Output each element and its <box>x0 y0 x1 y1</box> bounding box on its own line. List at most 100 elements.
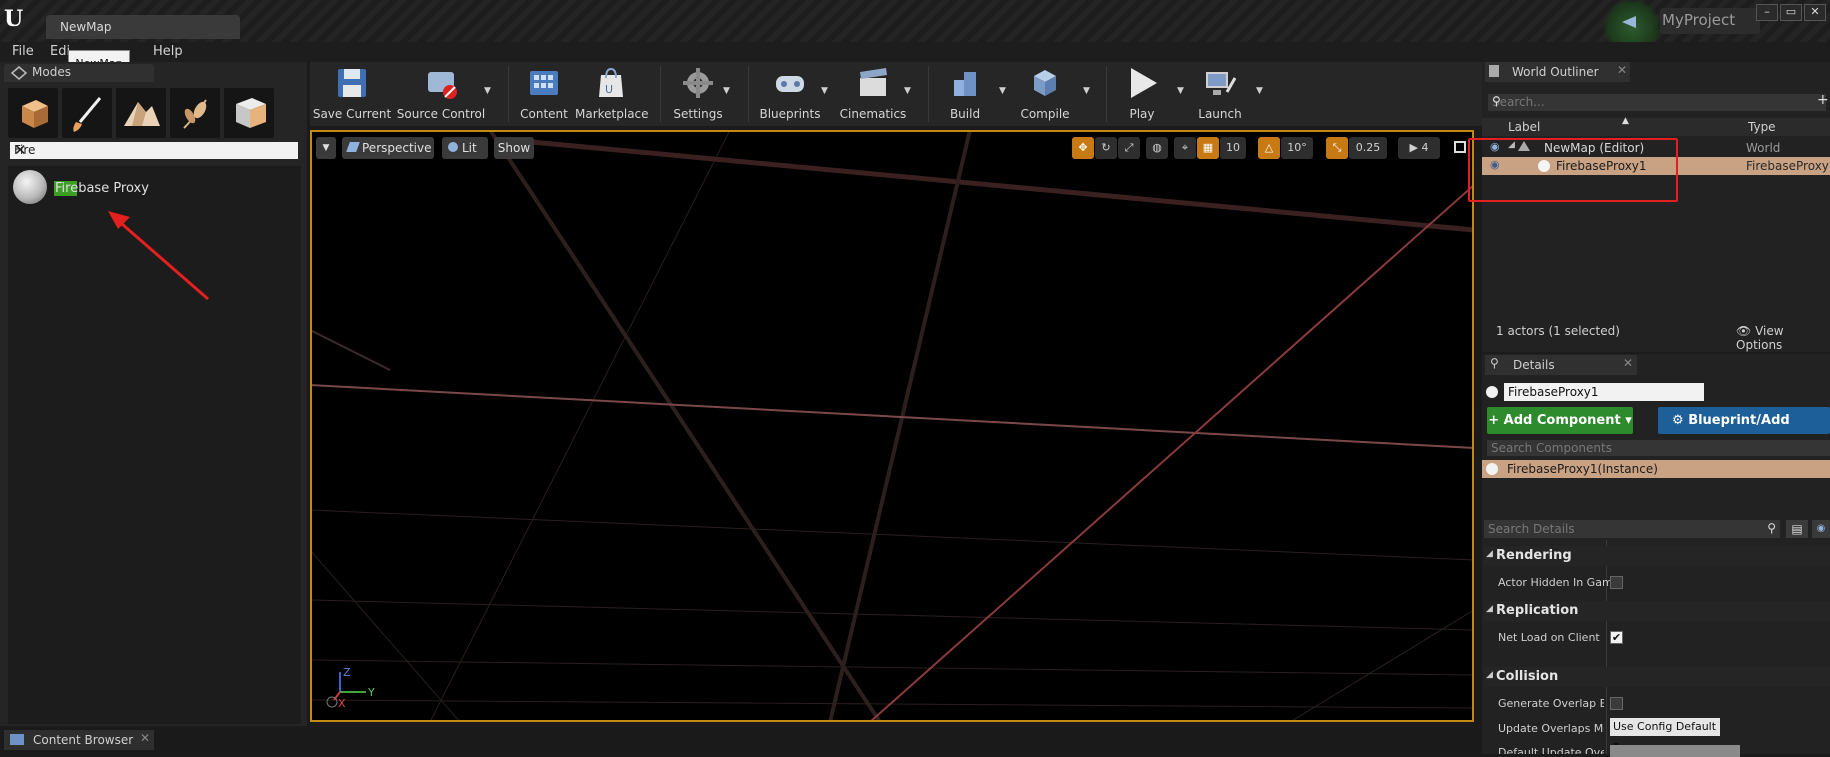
firebase-proxy-thumbnail-icon[interactable] <box>13 170 47 204</box>
modes-icon <box>10 66 28 80</box>
blueprint-add-script-button[interactable]: ⚙ Blueprint/Add Script <box>1658 407 1830 455</box>
perspective-button[interactable]: Perspective <box>342 137 434 159</box>
marketplace-button[interactable]: U Marketplace <box>575 64 649 124</box>
scale-snap-value[interactable]: 0.25 <box>1349 137 1387 159</box>
foliage-mode-button[interactable] <box>170 88 220 138</box>
firebase-proxy-list-item[interactable]: Firebase Proxy <box>55 181 149 196</box>
blueprint-icon: ⚙ <box>1672 413 1684 428</box>
category-replication[interactable]: ◢ Replication <box>1484 601 1830 621</box>
surface-snap-icon[interactable]: ⌖ <box>1174 137 1196 159</box>
net-load-checkbox[interactable]: ✔ <box>1610 631 1623 644</box>
save-current-label: Save Current <box>312 107 392 121</box>
prop-default-update-label: Default Update Overl <box>1498 746 1604 754</box>
play-dropdown-icon[interactable]: ▼ <box>1177 86 1184 96</box>
blueprints-dropdown-icon[interactable]: ▼ <box>821 86 828 96</box>
property-divider <box>1606 540 1607 754</box>
lit-button[interactable]: Lit <box>442 137 488 159</box>
save-current-button[interactable]: Save Current <box>312 64 392 124</box>
foliage-leaf-icon <box>183 99 207 129</box>
outliner-add-icon[interactable]: + <box>1817 92 1829 108</box>
blueprints-icon <box>776 76 804 92</box>
build-dropdown-icon[interactable]: ▼ <box>999 86 1006 96</box>
source-control-dropdown-icon[interactable]: ▼ <box>484 86 491 96</box>
grid-snap-value[interactable]: 10 <box>1220 137 1246 159</box>
camera-speed-button[interactable]: ▶ 4 <box>1398 137 1440 159</box>
compile-label: Compile <box>1020 107 1070 121</box>
content-button[interactable]: Content <box>515 64 573 124</box>
rotation-snap-icon[interactable]: △ <box>1258 137 1280 159</box>
annotation-arrow-icon <box>108 211 209 301</box>
content-browser-icon <box>10 734 24 745</box>
compile-dropdown-icon[interactable]: ▼ <box>1083 86 1090 96</box>
content-browser-tab[interactable]: Content Browser ✕ <box>4 730 154 750</box>
blueprints-button[interactable]: Blueprints <box>755 64 825 124</box>
column-type[interactable]: Type <box>1748 120 1776 134</box>
modes-tab[interactable]: Modes <box>4 64 154 82</box>
launch-dropdown-icon[interactable]: ▼ <box>1256 86 1263 96</box>
property-matrix-icon[interactable]: ▤ <box>1786 520 1808 538</box>
grid-snap-icon[interactable]: ▦ <box>1197 137 1219 159</box>
outliner-search-input[interactable]: Search... ⚲ <box>1488 94 1826 111</box>
category-collision[interactable]: ◢ Collision <box>1484 667 1830 687</box>
actor-name-field[interactable]: FirebaseProxy1 <box>1504 383 1704 401</box>
close-button[interactable]: ✕ <box>1804 4 1826 21</box>
world-local-icon[interactable]: ◍ <box>1146 137 1168 159</box>
actor-hidden-checkbox[interactable] <box>1610 576 1623 589</box>
settings-button[interactable]: Settings <box>668 64 728 124</box>
cinematics-icon <box>860 68 887 96</box>
marketplace-icon: U <box>599 67 623 97</box>
source-control-icon <box>428 72 457 99</box>
level-viewport[interactable] <box>310 130 1474 722</box>
cinematics-button[interactable]: Cinematics <box>838 64 908 124</box>
category-rendering[interactable]: ◢ Rendering <box>1484 546 1830 566</box>
rotation-snap-value[interactable]: 10° <box>1281 137 1313 159</box>
project-name-box[interactable]: MyProject <box>1660 8 1760 34</box>
menu-help[interactable]: Help <box>153 44 183 59</box>
clear-search-icon[interactable]: ✕ <box>14 141 292 159</box>
close-tab-icon[interactable]: ✕ <box>140 731 150 745</box>
settings-dropdown-icon[interactable]: ▼ <box>723 86 730 96</box>
translate-tool-icon[interactable]: ✥ <box>1072 137 1094 159</box>
details-tab[interactable]: ⚲ Details ✕ <box>1485 355 1637 375</box>
svg-text:U: U <box>605 83 613 96</box>
build-button[interactable]: Build <box>935 64 995 124</box>
show-button[interactable]: Show <box>494 137 534 159</box>
perspective-icon <box>346 142 360 152</box>
landscape-mode-button[interactable] <box>116 88 166 138</box>
scale-tool-icon[interactable]: ⤢ <box>1118 137 1140 159</box>
search-details-input[interactable]: Search Details ⚲ <box>1484 520 1780 538</box>
compile-button[interactable]: Compile <box>1015 64 1075 124</box>
document-tab-newmap[interactable]: NewMap <box>46 15 240 39</box>
update-overlaps-combo[interactable]: Use Config Default ▼ <box>1610 718 1720 750</box>
rest-text: base Proxy <box>78 181 149 196</box>
default-update-combo[interactable] <box>1610 745 1740 757</box>
cinematics-dropdown-icon[interactable]: ▼ <box>904 86 911 96</box>
viewport-options-dropdown[interactable]: ▼ <box>316 137 336 159</box>
scale-snap-icon[interactable]: ⤡ <box>1326 137 1348 159</box>
maximize-button[interactable]: ▭ <box>1780 4 1802 21</box>
place-mode-button[interactable] <box>8 88 58 138</box>
view-options-button[interactable]: 👁 View Options <box>1736 324 1830 352</box>
launch-button[interactable]: Launch <box>1190 64 1250 124</box>
component-row-instance[interactable]: FirebaseProxy1(Instance) <box>1482 460 1830 478</box>
paint-mode-button[interactable] <box>62 88 112 138</box>
close-tab-icon[interactable]: ✕ <box>1617 63 1627 77</box>
geometry-mode-button[interactable] <box>224 88 274 138</box>
modes-search-input[interactable]: Fire ✕ <box>10 141 298 159</box>
collapse-arrow-icon: ◢ <box>1486 549 1493 559</box>
close-tab-icon[interactable]: ✕ <box>1623 356 1633 370</box>
column-label[interactable]: Label <box>1508 120 1540 134</box>
add-component-button[interactable]: + Add Component ▾ <box>1487 407 1633 434</box>
visibility-eye-icon[interactable]: ◉ <box>1812 520 1830 538</box>
outliner-icon <box>1489 65 1499 77</box>
minimize-button[interactable]: – <box>1756 4 1778 21</box>
play-button[interactable]: Play <box>1112 64 1172 124</box>
menu-file[interactable]: File <box>12 44 34 59</box>
source-control-button[interactable]: Source Control <box>396 64 486 124</box>
rotate-tool-icon[interactable]: ↻ <box>1095 137 1117 159</box>
world-outliner-tab[interactable]: World Outliner ✕ <box>1485 62 1630 82</box>
maximize-viewport-icon[interactable] <box>1454 141 1466 153</box>
camera-icon: ▶ <box>1409 141 1418 154</box>
generate-overlap-checkbox[interactable] <box>1610 697 1623 710</box>
search-components-input[interactable]: Search Components <box>1487 440 1830 456</box>
